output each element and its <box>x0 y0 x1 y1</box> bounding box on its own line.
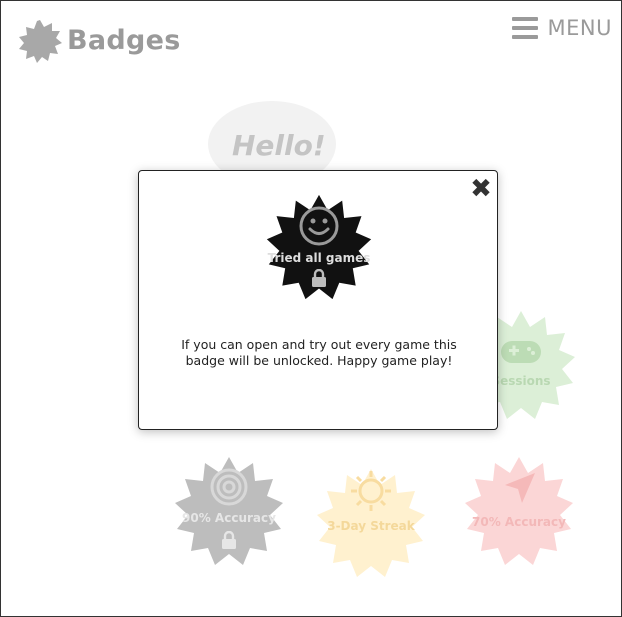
badge-70-accuracy[interactable]: 70% Accuracy <box>461 453 577 569</box>
smiley-icon <box>299 206 339 246</box>
modal-badge: Tried all games <box>263 191 375 303</box>
badge-3-day-streak[interactable]: 3-Day Streak <box>313 465 429 581</box>
badge-label: 90% Accuracy <box>182 511 276 525</box>
page-title: Badges <box>67 25 181 56</box>
badge-detail-modal: ✖ Tried all games If you can open and tr… <box>138 170 498 430</box>
target-icon <box>210 468 248 506</box>
modal-badge-label: Tried all games <box>267 251 371 265</box>
lock-icon <box>312 269 326 287</box>
lock-icon <box>222 531 236 549</box>
hamburger-icon <box>512 17 538 39</box>
sun-icon <box>351 471 391 511</box>
app-frame: Badges MENU Hello! Sessions 90% Accuracy… <box>0 0 622 617</box>
badge-90-accuracy[interactable]: 90% Accuracy <box>171 453 287 569</box>
arrow-cursor-icon <box>505 473 535 503</box>
badge-label: 3-Day Streak <box>327 519 415 533</box>
badge-gear-icon <box>19 20 62 63</box>
gamepad-icon <box>501 341 541 363</box>
menu-label: MENU <box>547 16 612 40</box>
close-icon[interactable]: ✖ <box>469 176 493 202</box>
badge-label: 70% Accuracy <box>472 515 566 529</box>
modal-description: If you can open and try out every game t… <box>181 337 457 368</box>
hello-text: Hello! <box>232 129 326 162</box>
menu-button[interactable]: MENU <box>512 15 612 41</box>
